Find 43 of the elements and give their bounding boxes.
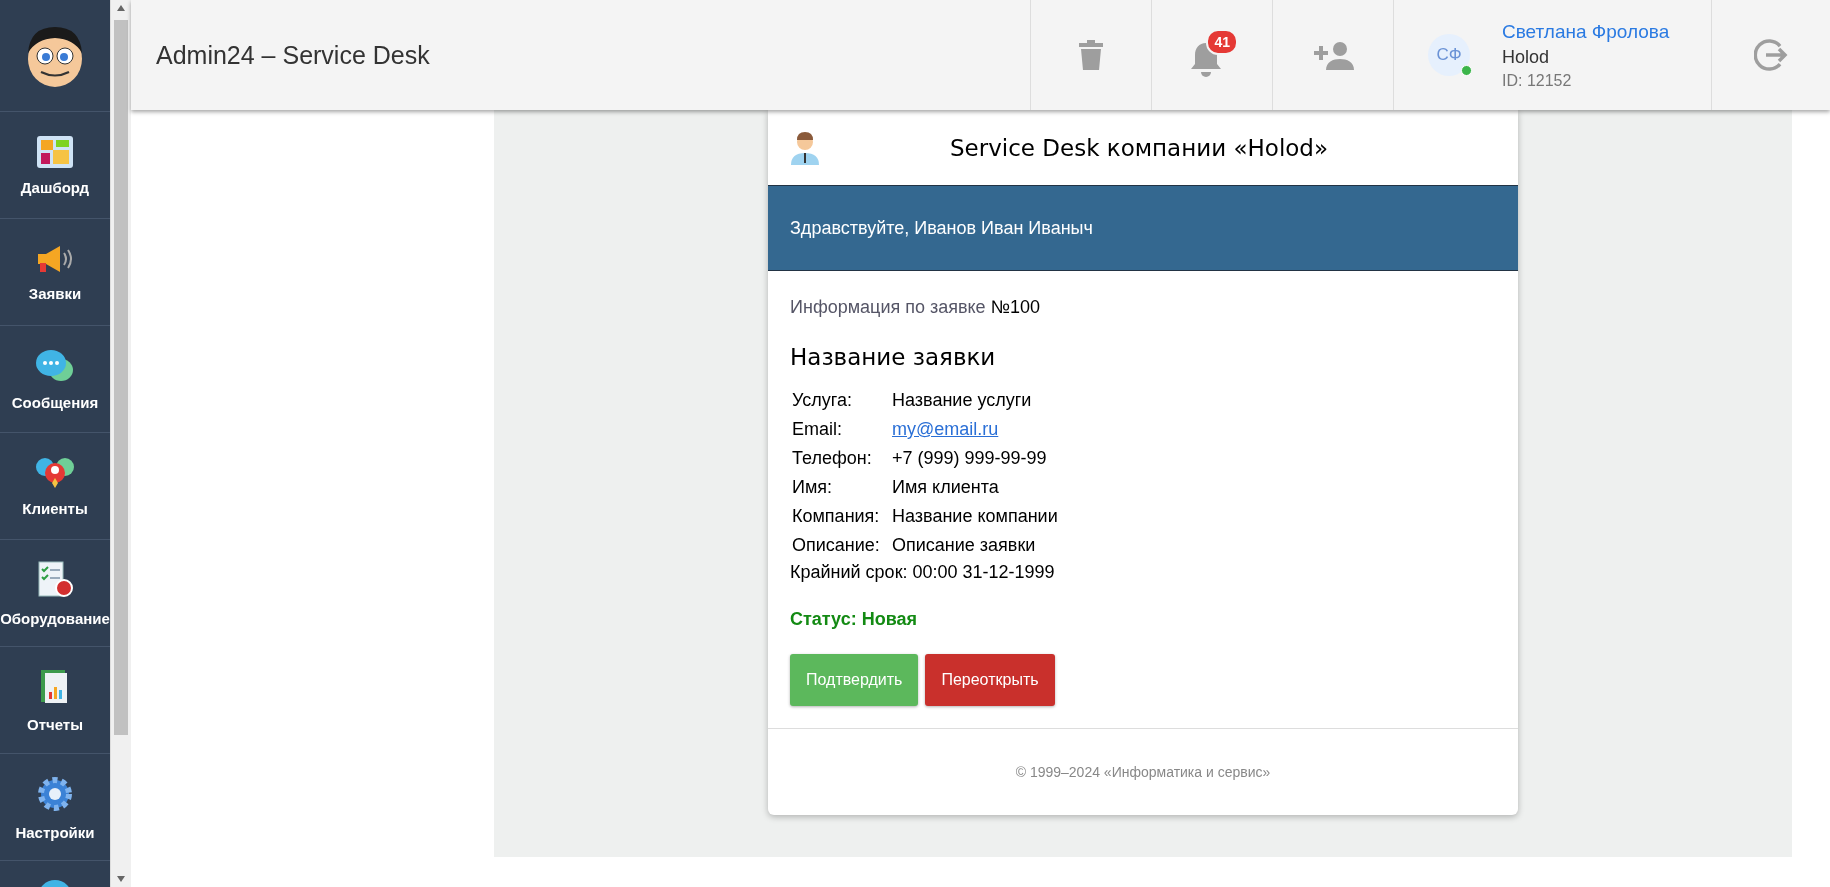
email-link[interactable]: my@email.ru — [892, 419, 1058, 440]
field-value: Название компании — [892, 506, 1058, 527]
nav-item[interactable]: Отчеты — [0, 647, 110, 754]
deadline-text: Крайний срок: 00:00 31-12-1999 — [790, 562, 1056, 583]
user-id: ID: 12152 — [1502, 71, 1573, 90]
people-icon — [35, 455, 75, 490]
nav-item[interactable]: Оборудование — [0, 540, 110, 647]
field-value: Имя клиента — [892, 477, 1000, 498]
scroll-down-icon[interactable] — [116, 875, 126, 883]
field-value: Название услуги — [892, 390, 1033, 411]
add-user-icon — [1312, 40, 1354, 70]
request-info-line: Информация по заявке №100 — [790, 297, 1041, 318]
copyright-text: © 1999–2024 «Информатика и сервис» — [1015, 764, 1271, 780]
logout-icon — [1754, 38, 1788, 72]
status-text: Статус: Новая — [790, 609, 918, 630]
field-label: Имя: — [792, 477, 834, 498]
trash-button[interactable] — [1079, 40, 1103, 70]
card-title: Service Desk компании «Holod» — [948, 134, 1330, 161]
app-title: Admin24 – Service Desk — [155, 39, 431, 71]
reopen-button[interactable]: Переоткрыть — [925, 654, 1055, 706]
support-agent-icon — [790, 130, 820, 165]
field-label: Телефон: — [792, 448, 873, 469]
nav-item[interactable]: Дашборд — [0, 112, 110, 219]
user-name-link[interactable]: Светлана Фролова — [1502, 20, 1670, 43]
field-value: Описание заявки — [892, 535, 1037, 556]
field-value: +7 (999) 999-99-99 — [892, 448, 1048, 469]
request-title: Название заявки — [790, 344, 997, 370]
field-label: Описание: — [792, 535, 881, 556]
logout-button[interactable] — [1754, 38, 1788, 72]
field-label: Email: — [792, 419, 843, 440]
notification-count: 41 — [1206, 29, 1238, 55]
greeting-banner: Здравствуйте, Иванов Иван Иваныч — [768, 186, 1518, 271]
trash-icon — [1079, 40, 1103, 70]
chat-bubbles-icon — [35, 347, 75, 384]
dashboard-icon — [36, 134, 74, 169]
scrollbar[interactable] — [110, 0, 131, 887]
field-label: Компания: — [792, 506, 881, 527]
checklist-icon — [36, 559, 74, 600]
scroll-up-icon[interactable] — [116, 4, 126, 12]
add-user-button[interactable] — [1312, 40, 1354, 70]
company-name: Holod — [1502, 46, 1551, 68]
field-label: Услуга: — [792, 390, 853, 411]
notifications-button[interactable]: 41 — [1186, 29, 1238, 81]
